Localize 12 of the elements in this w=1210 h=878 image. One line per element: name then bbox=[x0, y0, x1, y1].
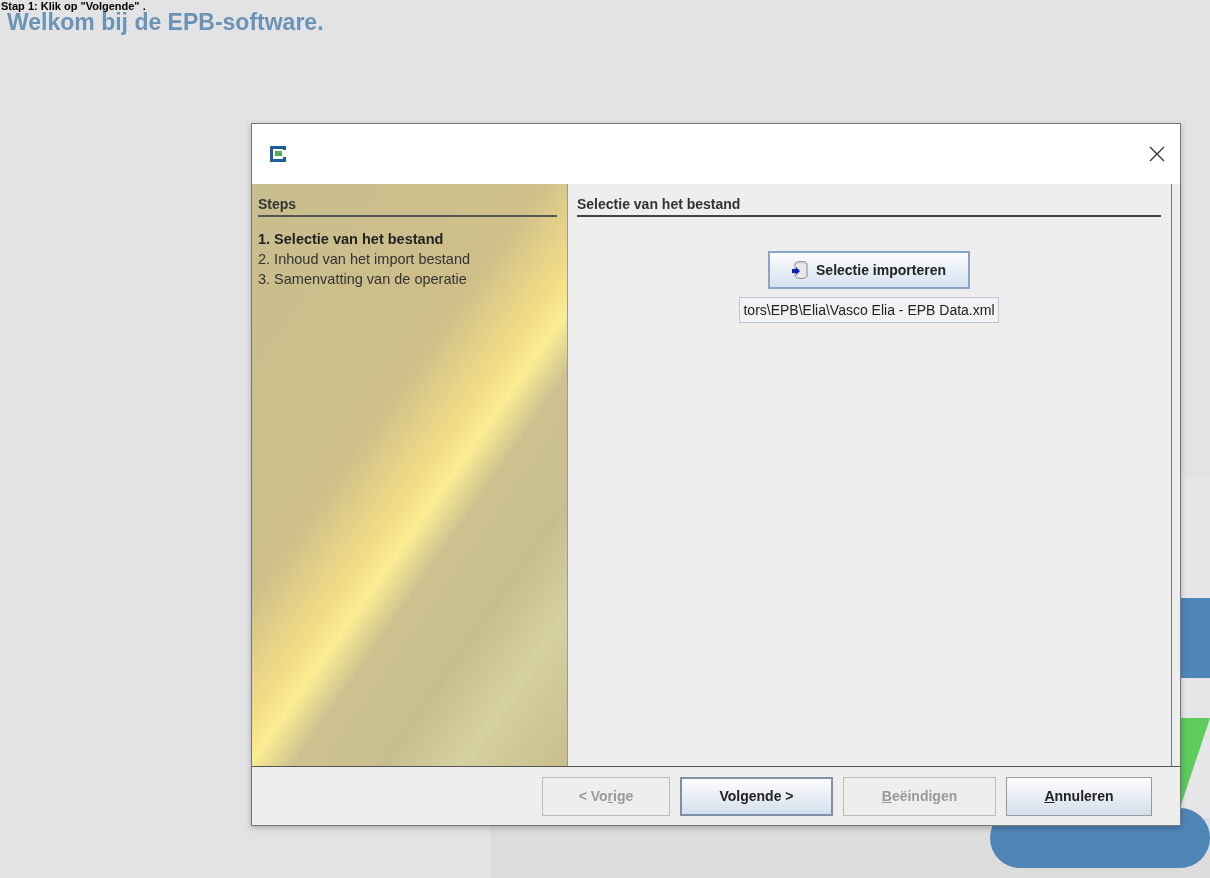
step-item: 2. Inhoud van het import bestand bbox=[258, 251, 471, 267]
step-item: 3. Samenvatting van de operatie bbox=[258, 271, 468, 287]
panel-title: Selectie van het bestand bbox=[577, 196, 1161, 217]
import-button[interactable]: Selectie importeren bbox=[768, 251, 970, 289]
steps-title: Steps bbox=[258, 196, 557, 217]
database-import-icon bbox=[792, 261, 809, 279]
wizard-button[interactable]: Annuleren bbox=[1006, 776, 1152, 816]
file-path-field[interactable]: tors\EPB\Elia\Vasco Elia - EPB Data.xml bbox=[739, 297, 999, 323]
close-icon[interactable] bbox=[1149, 146, 1165, 162]
wizard-button[interactable]: Volgende > bbox=[680, 776, 833, 816]
step-item: 1. Selectie van het bestand bbox=[258, 231, 445, 247]
app-logo-icon bbox=[268, 145, 288, 163]
